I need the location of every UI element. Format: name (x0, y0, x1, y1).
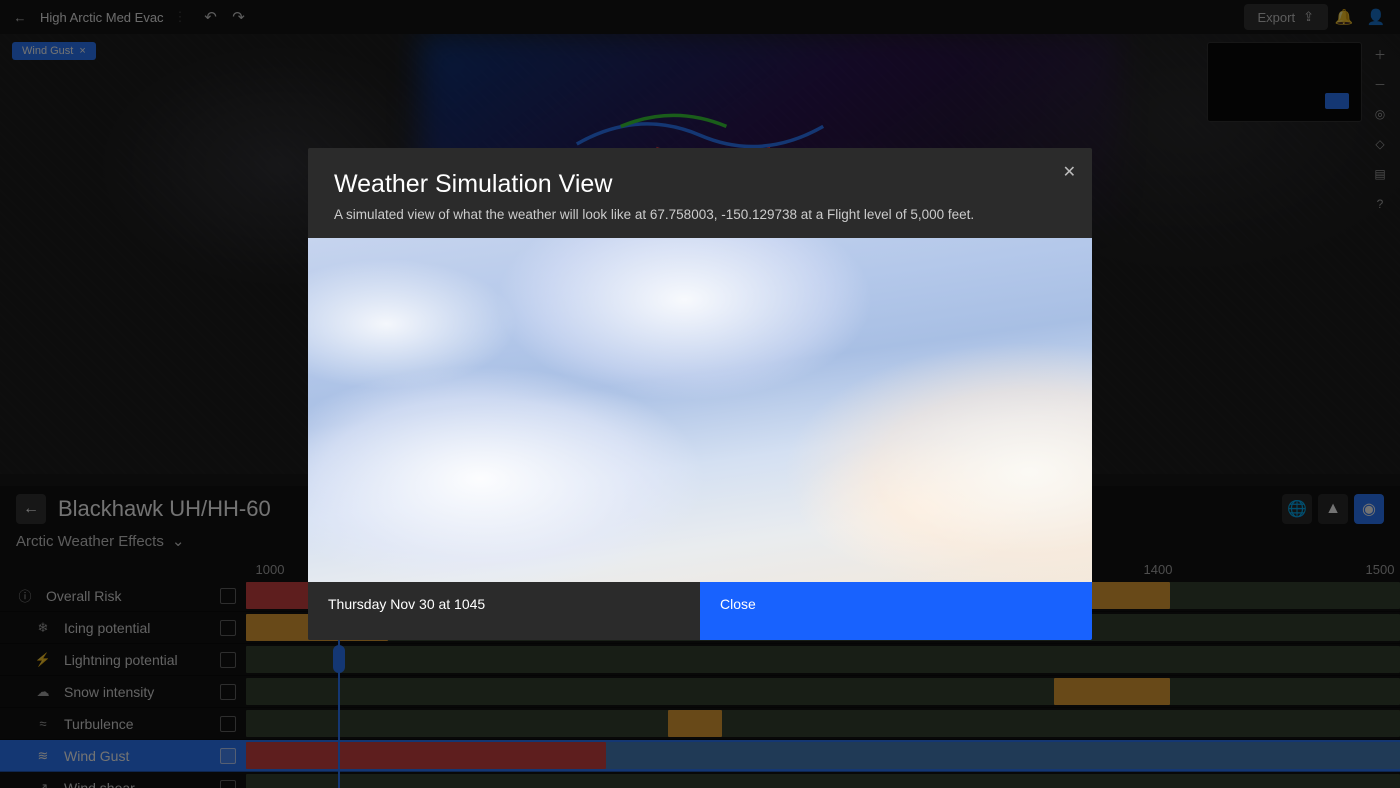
weather-sim-modal: Weather Simulation View A simulated view… (308, 148, 1092, 640)
close-button[interactable]: Close (700, 582, 1092, 640)
modal-footer: Thursday Nov 30 at 1045 Close (308, 582, 1092, 640)
close-icon[interactable]: ✕ (1063, 162, 1076, 182)
weather-sim-image (308, 238, 1092, 582)
modal-subtitle: A simulated view of what the weather wil… (334, 207, 1066, 222)
modal-backdrop[interactable]: Weather Simulation View A simulated view… (0, 0, 1400, 788)
modal-header: Weather Simulation View A simulated view… (308, 148, 1092, 238)
close-button-label: Close (720, 596, 756, 612)
modal-timestamp: Thursday Nov 30 at 1045 (308, 582, 700, 640)
modal-title: Weather Simulation View (334, 170, 1066, 199)
